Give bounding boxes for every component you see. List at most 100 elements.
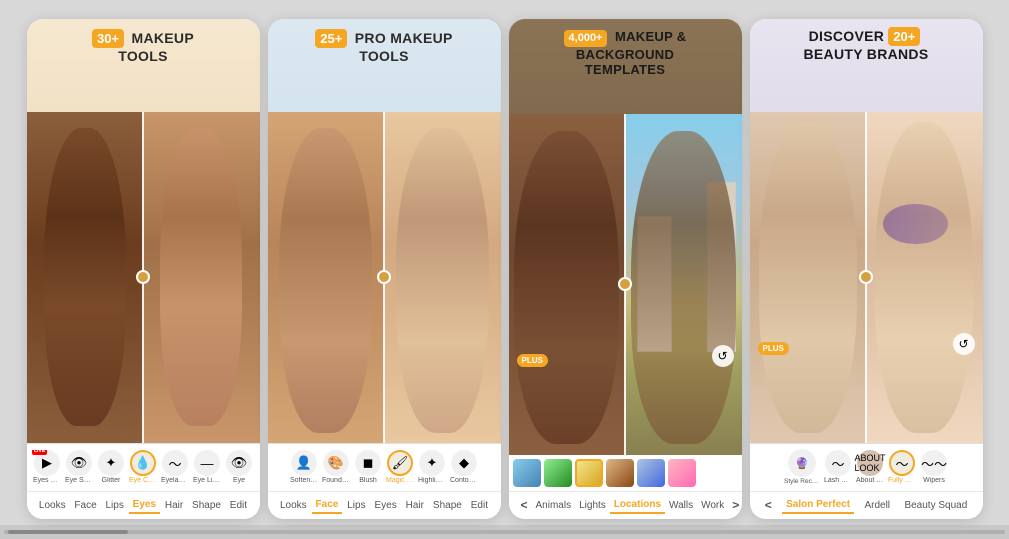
card2-face-left [268,112,385,443]
card2-tool-5[interactable]: ◆ Contour it [449,450,479,484]
card1-tool-label-3: Eye Concealer [129,477,157,484]
card2-nav-face[interactable]: Face [312,497,343,514]
card2-tool-label-1: Foundation [322,477,350,484]
card3-thumb-4[interactable] [637,459,665,487]
card2-face [268,112,501,443]
card3-nav-lights[interactable]: Lights [575,498,610,513]
scrollbar-thumb[interactable] [8,530,128,534]
card1-tool-3[interactable]: 💧 Eye Concealer [128,450,158,484]
card4-tool-label-0: Style Recommendation Wizard [784,478,820,485]
card2-headline-text: PRO MAKEUP [355,30,453,46]
card3-nav-walls[interactable]: Walls [665,498,697,513]
card2-tool-icon-5: ◆ [451,450,477,476]
card1-nav-hair[interactable]: Hair [161,498,187,513]
card2-nav-edit[interactable]: Edit [467,498,492,513]
card3-undo-button[interactable]: ↺ [712,345,734,367]
card3-thumb-0[interactable] [513,459,541,487]
card1-face-right [143,112,260,443]
card4-tool-3[interactable]: 〜 Fully Stacked [887,450,917,484]
card2-tool-1[interactable]: 🎨 Foundation [321,450,351,484]
card1-nav-lips[interactable]: Lips [101,498,127,513]
card2-nav-hair[interactable]: Hair [402,498,428,513]
card1-tool-icon-5: — [194,450,220,476]
card1-tool-4[interactable]: 〜 Eyelashes [160,450,190,484]
card1-divider-dot [136,270,150,284]
card1-nav-face[interactable]: Face [70,498,100,513]
card1-tool-icon-2: ✦ [98,450,124,476]
card1-tool-6[interactable]: 👁 Eye [224,450,254,484]
card2-toolbar: 👤 Soften Skin 🎨 Foundation ◼ Blush 🖌 Mag… [268,443,501,491]
card1-tool-icon-0: ▶ LIVE [34,450,60,476]
card2-tool-icon-4: ✦ [419,450,445,476]
card3-nav-next[interactable]: > [728,496,741,514]
card4-nav-prev[interactable]: < [761,496,776,514]
card3-thumb-1[interactable] [544,459,572,487]
card1-tool-1[interactable]: 👁 Eye Shadow [64,450,94,484]
card4-headline: DISCOVER 20+ BEAUTY BRANDS [750,27,983,63]
card1-tool-0[interactable]: ▶ LIVE Eyes Video [32,450,62,484]
card4-headline-text: DISCOVER [809,28,889,44]
card1-tools-row: ▶ LIVE Eyes Video 👁 Eye Shadow ✦ Glitter… [30,450,256,484]
card1-nav-eyes[interactable]: Eyes [129,497,160,514]
card1-tool-2[interactable]: ✦ Glitter [96,450,126,484]
card1-nav-looks[interactable]: Looks [35,498,70,513]
card2-nav-looks[interactable]: Looks [276,498,311,513]
card2: 25+ PRO MAKEUP TOOLS 👤 Soften [268,19,501,519]
card3-nav-prev[interactable]: < [517,496,532,514]
card1-tool-icon-4: 〜 [162,450,188,476]
card2-tool-label-0: Soften Skin [290,477,318,484]
card4-nav-ardell[interactable]: Ardell [860,498,894,513]
card2-tool-icon-2: ◼ [355,450,381,476]
card3-nav-work[interactable]: Work [697,498,728,513]
card2-tool-label-5: Contour it [450,477,478,484]
card3: 4,000+ MAKEUP & BACKGROUND TEMPLATES [509,19,742,519]
card4-undo-button[interactable]: ↺ [953,333,975,355]
card4-tool-0[interactable]: 🔮 Style Recommendation Wizard [783,449,821,485]
card2-divider-dot [377,270,391,284]
card2-headline-text2: TOOLS [268,48,501,65]
card4-face [750,112,983,443]
card2-tool-0[interactable]: 👤 Soften Skin [289,450,319,484]
card1-nav-shape[interactable]: Shape [188,498,225,513]
card4-image-area: DISCOVER 20+ BEAUTY BRANDS PLUS [750,19,983,443]
card4-tool-1[interactable]: 〜 Lash DNA [823,450,853,484]
card4-face-right [866,112,983,443]
scrollbar-track[interactable] [4,530,1005,534]
card2-tool-icon-3: 🖌 [387,450,413,476]
card2-tool-icon-1: 🎨 [323,450,349,476]
card2-headline: 25+ PRO MAKEUP TOOLS [268,29,501,65]
card2-tool-2[interactable]: ◼ Blush [353,450,383,484]
card4-face-left [750,112,867,443]
card4-tool-4[interactable]: 〜〜 Wipers [919,450,949,484]
card1-tool-icon-6: 👁 [226,450,252,476]
card4-nav-beauty[interactable]: Beauty Squad [900,498,971,513]
card2-tool-4[interactable]: ✦ Highlight it [417,450,447,484]
card3-bottom-nav: < Animals Lights Locations Walls Work > [509,491,742,519]
card4-tool-2[interactable]: ABOUTLOOK About Look [855,450,885,484]
card4-tool-label-3: Fully Stacked [888,477,916,484]
card2-tool-icon-0: 👤 [291,450,317,476]
card1-face [27,112,260,443]
card4-tool-icon-3: 〜 [889,450,915,476]
card1-tool-5[interactable]: — Eye Liner [192,450,222,484]
card4-plus-badge: PLUS [758,342,789,355]
card1-tool-label-4: Eyelashes [161,477,189,484]
card4-nav-salon[interactable]: Salon Perfect [782,497,854,514]
card1-nav-edit[interactable]: Edit [226,498,251,513]
card1-headline-text: MAKEUP [132,30,194,46]
card2-tools-row: 👤 Soften Skin 🎨 Foundation ◼ Blush 🖌 Mag… [287,450,481,484]
card2-tool-3[interactable]: 🖌 Magic Brush No. [385,450,415,484]
card3-nav-locations[interactable]: Locations [610,497,665,514]
card3-face-left [509,114,626,454]
card2-nav-eyes[interactable]: Eyes [371,498,401,513]
card2-tool-label-2: Blush [354,477,382,484]
card4-tool-icon-4: 〜〜 [921,450,947,476]
card1-bottom-nav: Looks Face Lips Eyes Hair Shape Edit [27,491,260,519]
card2-nav-lips[interactable]: Lips [343,498,369,513]
card3-thumb-5[interactable] [668,459,696,487]
card3-nav-animals[interactable]: Animals [532,498,576,513]
card2-nav-shape[interactable]: Shape [429,498,466,513]
card3-thumb-3[interactable] [606,459,634,487]
card3-headline: 4,000+ MAKEUP & BACKGROUND TEMPLATES [509,27,742,78]
card3-thumb-2[interactable] [575,459,603,487]
